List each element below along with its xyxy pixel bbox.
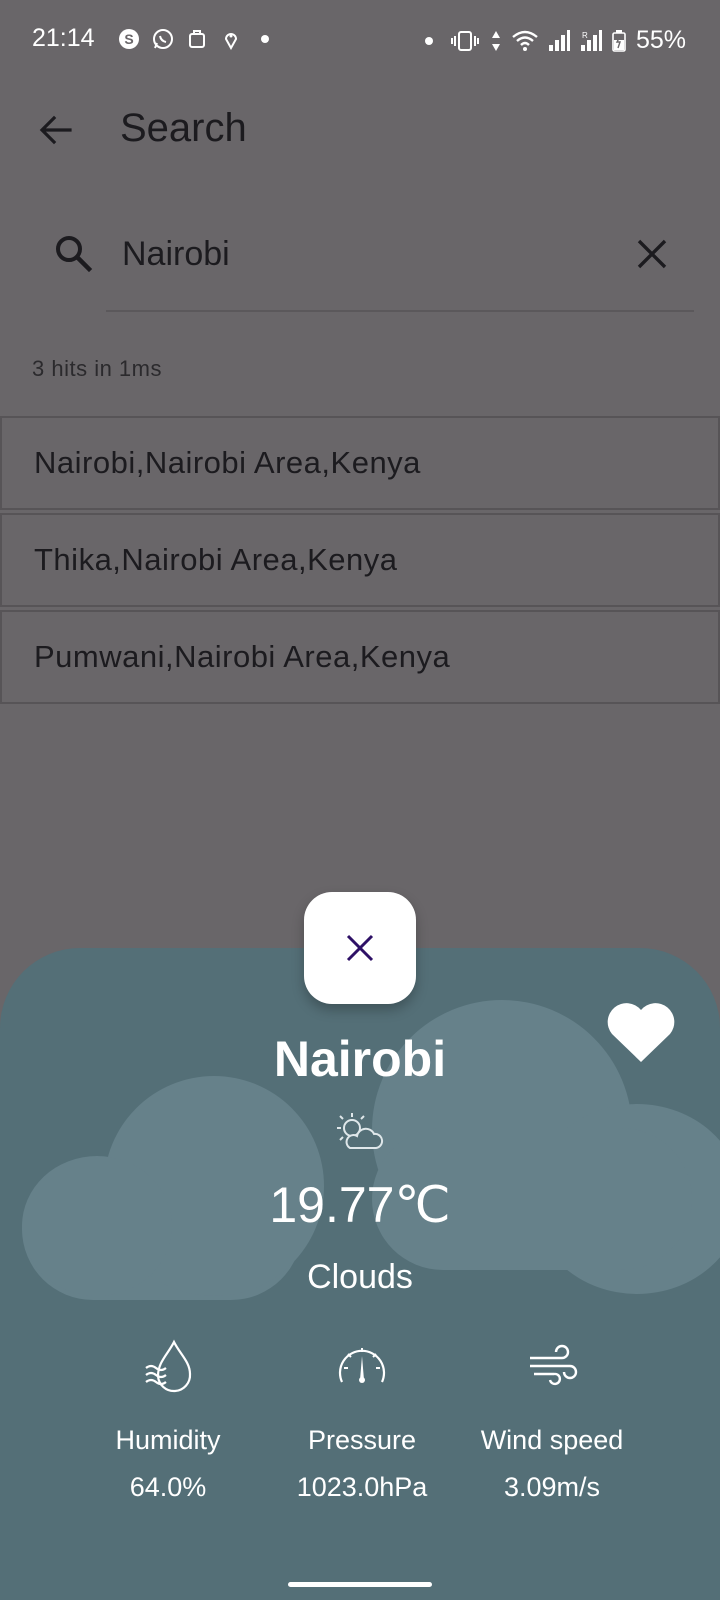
result-label: Nairobi,Nairobi Area,Kenya <box>34 445 421 480</box>
page-title: Search <box>120 106 247 150</box>
search-icon <box>56 236 93 273</box>
result-label: Pumwani,Nairobi Area,Kenya <box>34 639 451 674</box>
skype-icon: S <box>118 28 140 50</box>
status-system-icons: R 55% <box>418 26 686 55</box>
close-icon <box>637 239 667 269</box>
clear-search-button[interactable] <box>630 232 674 276</box>
pressure-value: 1023.0hPa <box>296 1472 428 1502</box>
list-item[interactable]: Pumwani,Nairobi Area,Kenya <box>0 610 720 704</box>
favorite-button[interactable] <box>606 1000 676 1064</box>
arrow-left-icon <box>39 115 72 145</box>
partly-cloudy-icon <box>337 1113 384 1149</box>
home-indicator[interactable] <box>288 1582 432 1587</box>
humidity-label: Humidity <box>115 1425 221 1455</box>
svg-text:R: R <box>582 31 588 40</box>
bag-icon <box>186 28 208 50</box>
search-input[interactable] <box>122 228 592 280</box>
close-icon <box>346 934 374 962</box>
battery-percentage: 55% <box>635 26 686 54</box>
wind-icon <box>530 1344 578 1386</box>
humidity-value: 64.0% <box>129 1472 207 1502</box>
battery-icon <box>612 29 626 52</box>
humidity-stat: Humidity 64.0% <box>68 1338 268 1503</box>
status-notification-icons: S <box>118 28 276 50</box>
status-bar: 21:14 S R 55% <box>0 0 720 80</box>
vibrate-icon <box>450 30 480 52</box>
list-item[interactable]: Thika,Nairobi Area,Kenya <box>0 513 720 607</box>
wind-speed-value: 3.09m/s <box>503 1472 601 1502</box>
svg-text:S: S <box>124 31 133 47</box>
pressure-gauge-icon <box>338 1348 386 1383</box>
humidity-icon <box>145 1339 192 1393</box>
search-hits-count: 3 hits in 1ms <box>32 356 162 381</box>
whatsapp-icon <box>152 28 174 50</box>
search-results-list: Nairobi,Nairobi Area,Kenya Thika,Nairobi… <box>0 416 720 707</box>
location-pin-icon <box>220 28 242 50</box>
close-sheet-button[interactable] <box>304 892 416 1004</box>
pressure-label: Pressure <box>307 1425 417 1455</box>
dot-icon <box>254 28 276 50</box>
status-time: 21:14 <box>32 24 95 52</box>
app-bar: Search <box>0 90 720 170</box>
pressure-stat: Pressure 1023.0hPa <box>262 1338 462 1503</box>
search-bar <box>0 210 720 320</box>
wind-stat: Wind speed 3.09m/s <box>452 1338 652 1503</box>
weather-condition: Clouds <box>307 1258 413 1296</box>
search-underline <box>106 310 694 312</box>
signal-icon <box>548 29 570 52</box>
data-arrows-icon <box>490 30 502 52</box>
result-label: Thika,Nairobi Area,Kenya <box>34 542 398 577</box>
list-item[interactable]: Nairobi,Nairobi Area,Kenya <box>0 416 720 510</box>
wifi-icon <box>512 30 538 52</box>
heart-icon <box>607 1003 675 1062</box>
temperature: 19.77℃ <box>269 1177 451 1233</box>
back-button[interactable] <box>32 106 80 154</box>
wind-speed-label: Wind speed <box>480 1425 624 1455</box>
dot-icon <box>418 30 440 52</box>
signal-r-icon: R <box>580 29 602 52</box>
